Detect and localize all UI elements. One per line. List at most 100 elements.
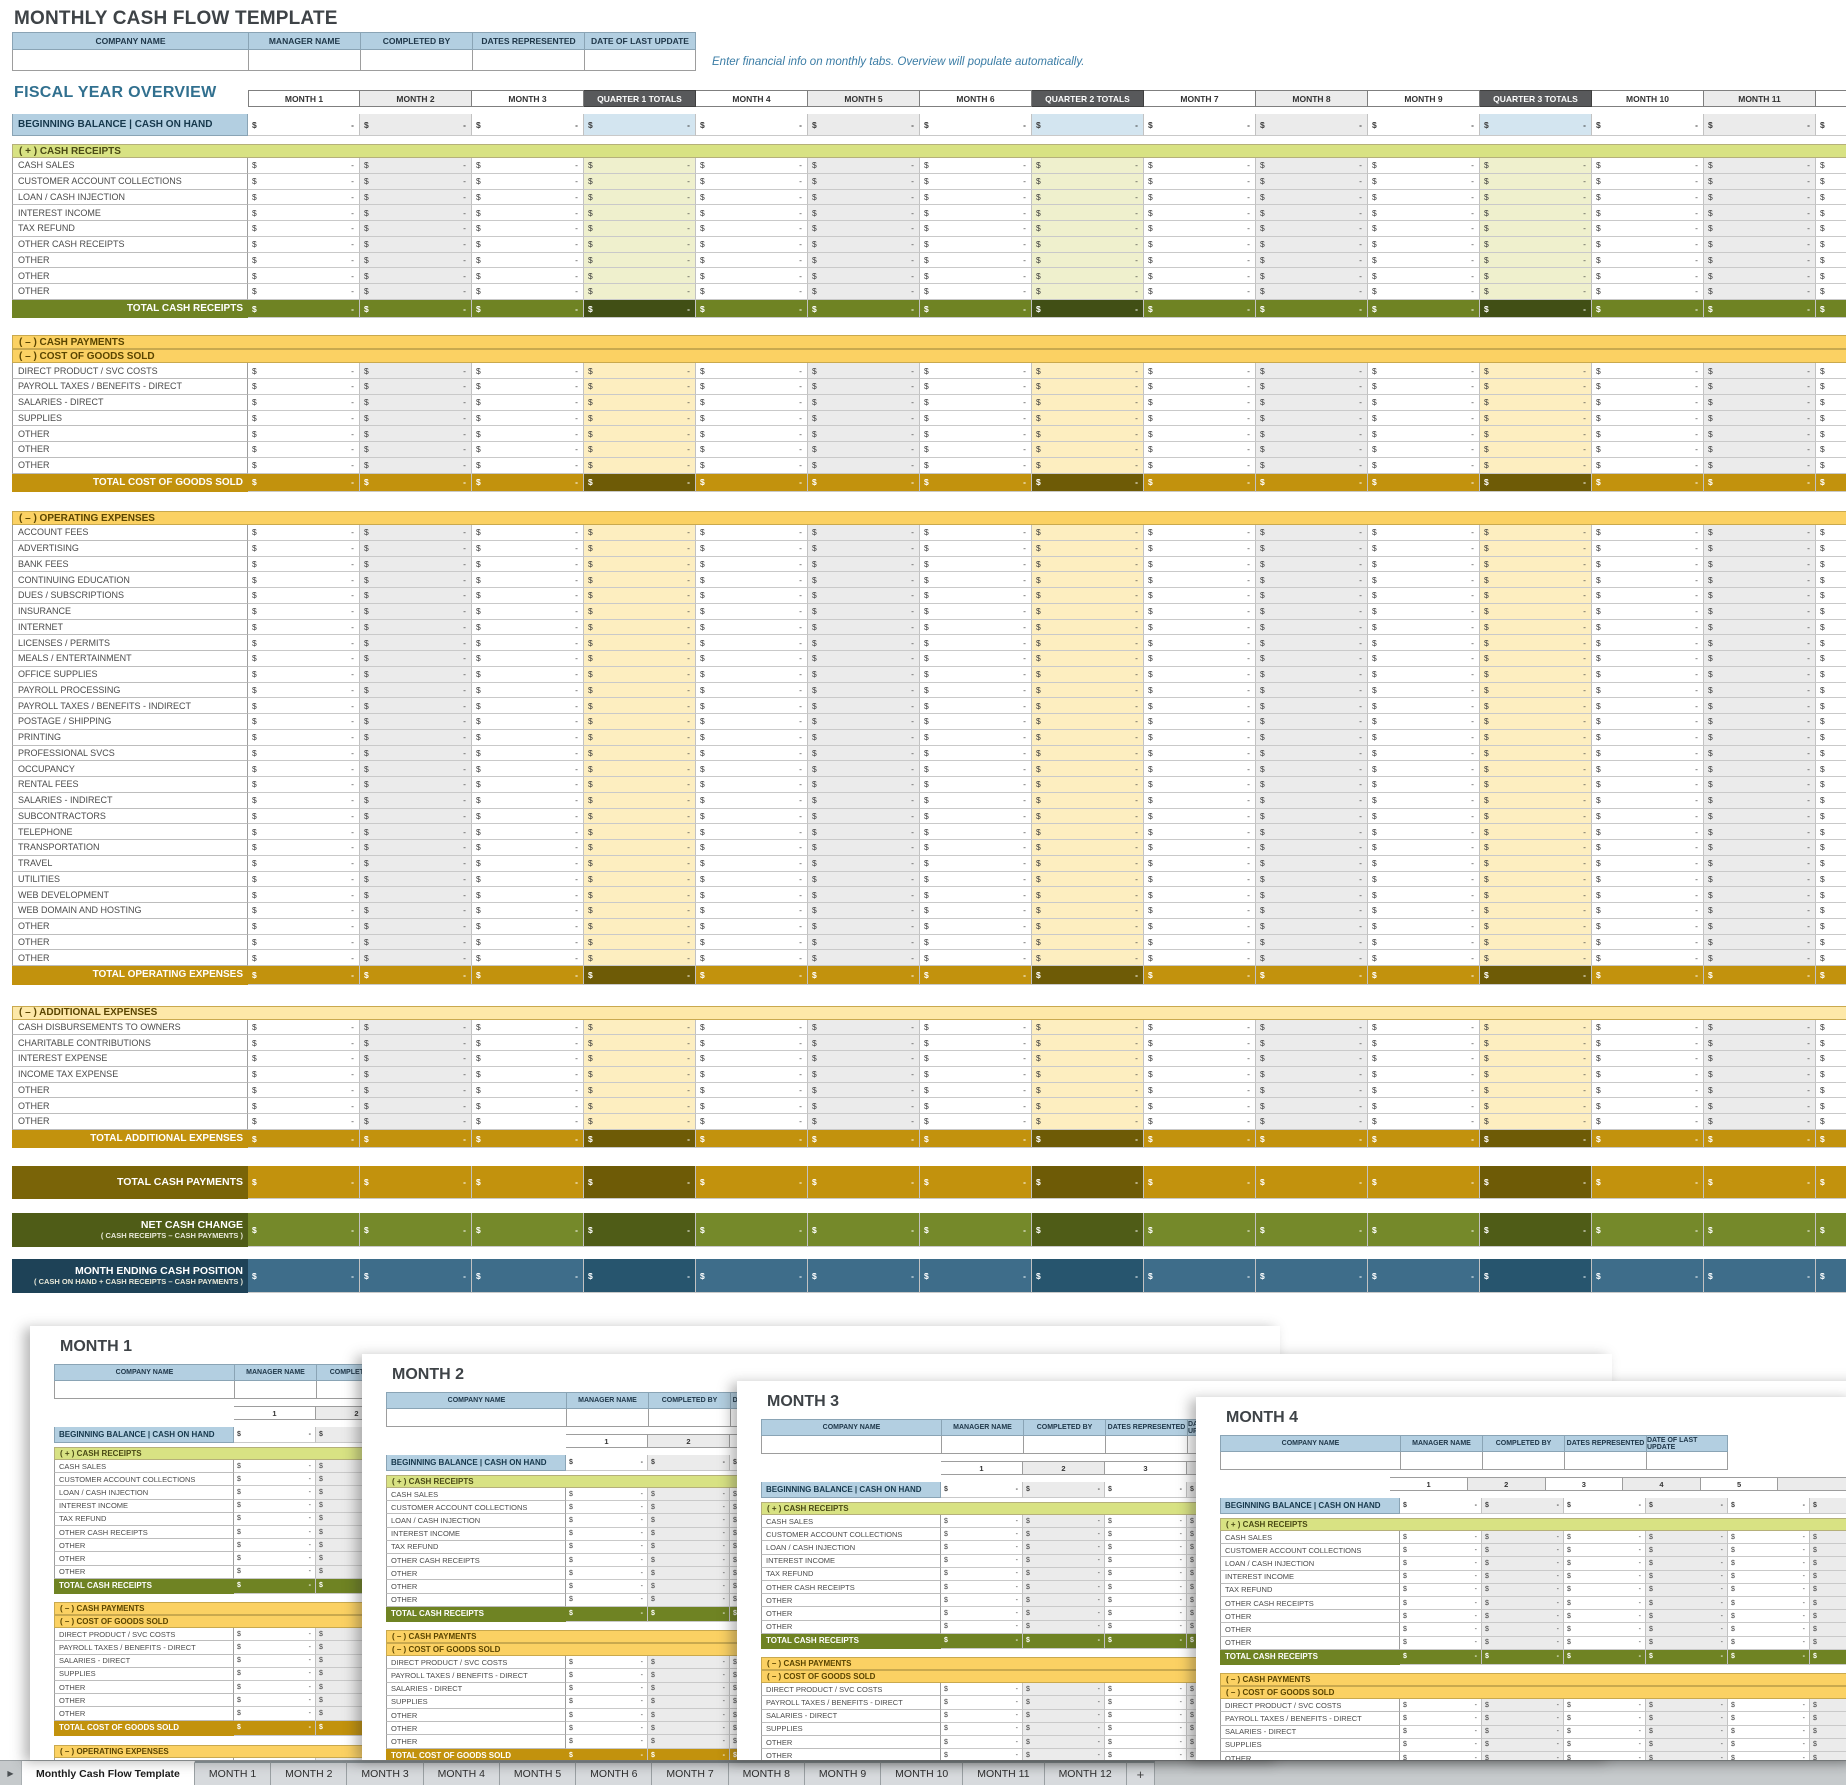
grid-cell[interactable]: $- bbox=[1480, 205, 1592, 221]
grid-cell[interactable]: $- bbox=[1032, 761, 1144, 777]
grid-cell[interactable]: $- bbox=[360, 237, 472, 253]
grid-cell[interactable]: $- bbox=[248, 635, 360, 651]
grid-cell[interactable]: $- bbox=[1032, 458, 1144, 474]
grid-cell[interactable]: $- bbox=[472, 793, 584, 809]
grid-cell[interactable]: $- bbox=[1368, 604, 1480, 620]
grid-cell[interactable]: $- bbox=[1816, 588, 1846, 604]
grid-cell[interactable]: $- bbox=[472, 1098, 584, 1114]
grid-cell[interactable]: $- bbox=[1816, 300, 1846, 319]
grid-cell[interactable]: $- bbox=[472, 935, 584, 951]
grid-cell[interactable]: $- bbox=[566, 1722, 648, 1735]
grid-cell[interactable]: $- bbox=[808, 635, 920, 651]
grid-cell[interactable]: $- bbox=[1480, 746, 1592, 762]
grid-cell[interactable]: $- bbox=[1592, 777, 1704, 793]
grid-cell[interactable]: $- bbox=[1480, 426, 1592, 442]
grid-cell[interactable]: $- bbox=[566, 1488, 648, 1501]
grid-cell[interactable]: $- bbox=[1816, 730, 1846, 746]
row-label[interactable]: SUPPLIES bbox=[386, 1696, 566, 1709]
grid-cell[interactable]: $- bbox=[1368, 541, 1480, 557]
grid-cell[interactable]: $- bbox=[1480, 158, 1592, 174]
grid-cell[interactable]: $- bbox=[696, 698, 808, 714]
grid-cell[interactable]: $- bbox=[1144, 887, 1256, 903]
grid-cell[interactable]: $- bbox=[472, 919, 584, 935]
grid-cell[interactable]: $- bbox=[696, 557, 808, 573]
grid-cell[interactable]: $- bbox=[1480, 1020, 1592, 1036]
row-label[interactable]: PAYROLL TAXES / BENEFITS - DIRECT bbox=[386, 1669, 566, 1682]
grid-cell[interactable]: $- bbox=[920, 588, 1032, 604]
grid-cell[interactable]: $- bbox=[584, 572, 696, 588]
grid-cell[interactable]: $- bbox=[920, 935, 1032, 951]
row-label[interactable]: RENTAL FEES bbox=[12, 777, 248, 793]
grid-cell[interactable]: $- bbox=[1032, 746, 1144, 762]
grid-cell[interactable]: $- bbox=[920, 268, 1032, 284]
grid-cell[interactable]: $- bbox=[472, 604, 584, 620]
grid-cell[interactable]: $- bbox=[566, 1554, 648, 1567]
grid-cell[interactable]: $- bbox=[1144, 698, 1256, 714]
grid-cell[interactable]: $- bbox=[1032, 221, 1144, 237]
grid-cell[interactable]: $- bbox=[1032, 268, 1144, 284]
grid-cell[interactable]: $- bbox=[1592, 683, 1704, 699]
grid-cell[interactable]: $- bbox=[1144, 284, 1256, 300]
row-label[interactable]: ACCOUNT FEES bbox=[12, 525, 248, 541]
grid-cell[interactable]: $- bbox=[360, 730, 472, 746]
grid-cell[interactable]: $- bbox=[1480, 541, 1592, 557]
grid-cell[interactable]: $- bbox=[1032, 824, 1144, 840]
grid-cell[interactable]: $- bbox=[1032, 557, 1144, 573]
grid-cell[interactable]: $- bbox=[1816, 442, 1846, 458]
grid-cell[interactable]: $- bbox=[1704, 840, 1816, 856]
grid-cell[interactable]: $- bbox=[696, 635, 808, 651]
row-label[interactable]: DIRECT PRODUCT / SVC COSTS bbox=[386, 1656, 566, 1669]
grid-cell[interactable]: $- bbox=[1032, 379, 1144, 395]
grid-cell[interactable]: $- bbox=[1032, 205, 1144, 221]
grid-cell[interactable]: $- bbox=[920, 253, 1032, 269]
grid-cell[interactable]: $- bbox=[248, 221, 360, 237]
grid-cell[interactable]: $- bbox=[248, 300, 360, 319]
row-label[interactable]: CASH SALES bbox=[386, 1488, 566, 1501]
row-label[interactable]: PRINTING bbox=[12, 730, 248, 746]
grid-cell[interactable]: $- bbox=[648, 1749, 730, 1761]
grid-cell[interactable]: $- bbox=[808, 698, 920, 714]
grid-cell[interactable]: $- bbox=[808, 966, 920, 985]
grid-cell[interactable]: $- bbox=[1592, 1083, 1704, 1099]
grid-cell[interactable]: $- bbox=[808, 604, 920, 620]
grid-cell[interactable]: $- bbox=[472, 525, 584, 541]
row-label[interactable]: PAYROLL TAXES / BENEFITS - DIRECT bbox=[12, 379, 248, 395]
total-row-label[interactable]: TOTAL CASH RECEIPTS bbox=[12, 300, 248, 319]
grid-cell[interactable]: $- bbox=[696, 379, 808, 395]
grid-cell[interactable]: $- bbox=[920, 237, 1032, 253]
grid-cell[interactable]: $- bbox=[808, 395, 920, 411]
grid-cell[interactable]: $- bbox=[920, 1020, 1032, 1036]
grid-cell[interactable]: $- bbox=[1256, 966, 1368, 985]
grid-cell[interactable]: $- bbox=[696, 158, 808, 174]
column-header[interactable]: QUARTER 3 TOTALS bbox=[1480, 90, 1592, 107]
grid-cell[interactable]: $- bbox=[472, 856, 584, 872]
grid-cell[interactable]: $- bbox=[1480, 363, 1592, 379]
grid-cell[interactable]: $- bbox=[472, 588, 584, 604]
grid-cell[interactable]: $- bbox=[248, 667, 360, 683]
grid-cell[interactable]: $- bbox=[1480, 190, 1592, 206]
grid-cell[interactable]: $- bbox=[1368, 379, 1480, 395]
grid-cell[interactable]: $- bbox=[472, 809, 584, 825]
grid-cell[interactable]: $- bbox=[1032, 541, 1144, 557]
grid-cell[interactable]: $- bbox=[648, 1669, 730, 1682]
grid-cell[interactable]: $- bbox=[808, 1051, 920, 1067]
grid-cell[interactable]: $- bbox=[584, 557, 696, 573]
grid-cell[interactable]: $- bbox=[360, 746, 472, 762]
grid-cell[interactable]: $- bbox=[360, 1051, 472, 1067]
grid-cell[interactable]: $- bbox=[1144, 379, 1256, 395]
grid-cell[interactable]: $- bbox=[248, 525, 360, 541]
grid-cell[interactable]: $- bbox=[1592, 458, 1704, 474]
grid-cell[interactable]: $- bbox=[1144, 174, 1256, 190]
grid-cell[interactable]: $- bbox=[1144, 809, 1256, 825]
grid-cell[interactable]: $- bbox=[1368, 1020, 1480, 1036]
grid-cell[interactable]: $- bbox=[1592, 1020, 1704, 1036]
grid-cell[interactable]: $- bbox=[1368, 872, 1480, 888]
grid-cell[interactable]: $- bbox=[1144, 253, 1256, 269]
grid-cell[interactable]: $- bbox=[1480, 683, 1592, 699]
grid-cell[interactable]: $- bbox=[248, 1067, 360, 1083]
grid-cell[interactable]: $- bbox=[1256, 1259, 1368, 1293]
grid-cell[interactable]: $- bbox=[584, 284, 696, 300]
grid-cell[interactable]: $- bbox=[920, 604, 1032, 620]
grid-cell[interactable]: $- bbox=[1592, 253, 1704, 269]
grid-cell[interactable]: $- bbox=[248, 174, 360, 190]
